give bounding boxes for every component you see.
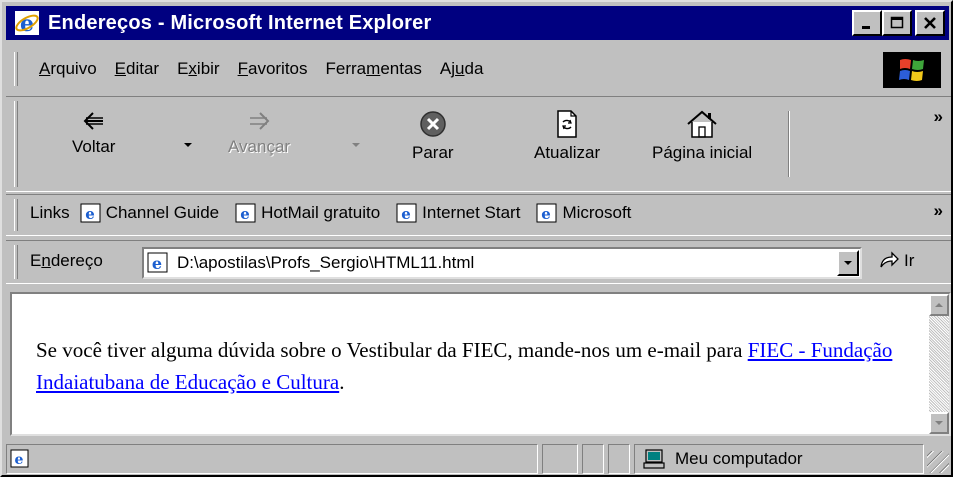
close-icon: [924, 17, 936, 29]
refresh-label: Atualizar: [534, 143, 601, 162]
minimize-button[interactable]: [852, 10, 882, 36]
scroll-up-button[interactable]: [929, 294, 949, 316]
address-label: Endereço: [30, 251, 103, 270]
go-label: Ir: [904, 251, 915, 270]
forward-history-dropdown[interactable]: [352, 143, 360, 147]
links-bar-grip[interactable]: [14, 199, 18, 231]
ie-page-icon: e: [80, 203, 101, 223]
window-title: Endereços - Microsoft Internet Explorer: [48, 11, 432, 34]
address-value: D:\apostilas\Profs_Sergio\HTML11.html: [177, 253, 475, 272]
stop-label: Parar: [412, 143, 454, 162]
ie-page-icon: e: [147, 252, 168, 273]
links-label[interactable]: Links: [30, 203, 70, 223]
page-paragraph: Se você tiver alguma dúvida sobre o Vest…: [36, 334, 916, 398]
toolbar-separator: [788, 111, 790, 177]
go-arrow-icon: [880, 251, 899, 268]
refresh-button[interactable]: Atualizar: [534, 109, 600, 163]
home-label: Página inicial: [652, 143, 753, 162]
stop-button[interactable]: Parar: [412, 109, 454, 163]
windows-flag-icon: [899, 59, 924, 81]
status-zone-panel: Meu computador: [634, 444, 924, 474]
chevron-down-icon: [844, 261, 852, 265]
ie-page-icon: e: [396, 203, 417, 223]
link-channel-guide[interactable]: e Channel Guide: [80, 203, 219, 223]
forward-arrow-icon: [250, 112, 270, 130]
toolbar-more-chevron[interactable]: »: [934, 107, 943, 127]
link-microsoft[interactable]: e Microsoft: [536, 203, 631, 223]
menu-ajuda[interactable]: Ajuda: [431, 56, 493, 82]
standard-toolbar: Voltar Avançar Parar Atualizar Página in…: [6, 96, 951, 192]
menu-list: Arquivo Editar Exibir Favoritos Ferramen…: [30, 56, 492, 82]
menu-bar-grip[interactable]: [14, 52, 18, 86]
resize-grip[interactable]: [927, 451, 949, 473]
svg-text:e: e: [20, 11, 34, 36]
link-internet-start-label: Internet Start: [422, 203, 521, 222]
address-bar: Endereço e D:\apostilas\Profs_Sergio\HTM…: [6, 240, 951, 284]
window-controls: [852, 10, 945, 36]
security-zone-label: Meu computador: [675, 449, 803, 468]
stop-icon: [420, 111, 446, 137]
ie-page-icon: e: [10, 449, 29, 468]
menu-editar[interactable]: Editar: [106, 56, 168, 82]
menu-favoritos[interactable]: Favoritos: [229, 56, 317, 82]
page-text-after: .: [339, 370, 345, 394]
maximize-button[interactable]: [882, 10, 912, 36]
link-hotmail-label: HotMail gratuito: [261, 203, 381, 222]
status-bar: e Meu computador: [6, 442, 951, 475]
link-microsoft-label: Microsoft: [562, 203, 632, 222]
scroll-track[interactable]: [929, 316, 949, 412]
forward-label: Avançar: [228, 137, 291, 156]
windows-logo-throbber: [883, 52, 941, 88]
svg-text:e: e: [401, 205, 411, 223]
link-internet-start[interactable]: e Internet Start: [396, 203, 520, 223]
ie-logo-icon: e: [14, 10, 40, 37]
browser-window: e Endereços - Microsoft Internet Explore…: [0, 0, 953, 477]
svg-text:e: e: [152, 254, 162, 273]
scroll-down-icon: [935, 421, 943, 425]
menu-exibir[interactable]: Exibir: [168, 56, 229, 82]
link-channel-guide-label: Channel Guide: [105, 203, 220, 222]
status-secure-panel: [608, 444, 630, 474]
page-text-before: Se você tiver alguma dúvida sobre o Vest…: [36, 338, 748, 362]
scroll-up-icon: [935, 303, 943, 307]
status-offline-panel: [582, 444, 604, 474]
home-icon: [687, 110, 717, 138]
scroll-down-button[interactable]: [929, 412, 949, 434]
status-main-panel: e: [6, 444, 538, 474]
svg-text:e: e: [542, 205, 552, 223]
links-more-chevron[interactable]: »: [934, 201, 943, 221]
status-progress-panel: [542, 444, 578, 474]
back-arrow-icon: [83, 112, 103, 130]
minimize-icon: [862, 26, 870, 29]
address-input[interactable]: e D:\apostilas\Profs_Sergio\HTML11.html: [142, 247, 862, 279]
refresh-page-icon: [557, 110, 577, 138]
ie-page-icon: e: [235, 203, 256, 223]
address-dropdown-button[interactable]: [837, 250, 859, 276]
svg-text:e: e: [85, 205, 95, 223]
vertical-scrollbar[interactable]: [929, 294, 949, 434]
maximize-icon: [890, 16, 904, 29]
svg-text:e: e: [240, 205, 250, 223]
page-content: Se você tiver alguma dúvida sobre o Vest…: [10, 292, 951, 436]
forward-button[interactable]: Avançar: [228, 109, 290, 157]
svg-text:e: e: [15, 452, 24, 468]
home-button[interactable]: Página inicial: [652, 109, 752, 163]
back-history-dropdown[interactable]: [184, 143, 192, 147]
computer-icon: [643, 449, 665, 469]
ie-page-icon: e: [536, 203, 557, 223]
menu-arquivo[interactable]: Arquivo: [30, 56, 106, 82]
link-hotmail[interactable]: e HotMail gratuito: [235, 203, 380, 223]
title-bar[interactable]: e Endereços - Microsoft Internet Explore…: [6, 6, 949, 40]
go-button[interactable]: Ir: [878, 251, 914, 271]
menu-ferramentas[interactable]: Ferramentas: [317, 56, 431, 82]
menu-bar: Arquivo Editar Exibir Favoritos Ferramen…: [6, 48, 951, 90]
links-bar: Links e Channel Guide e HotMail gratuito…: [6, 194, 951, 236]
toolbar-grip[interactable]: [14, 101, 18, 187]
address-bar-grip[interactable]: [14, 245, 18, 279]
back-button[interactable]: Voltar: [72, 109, 115, 157]
close-button[interactable]: [915, 10, 945, 36]
back-label: Voltar: [72, 137, 116, 156]
